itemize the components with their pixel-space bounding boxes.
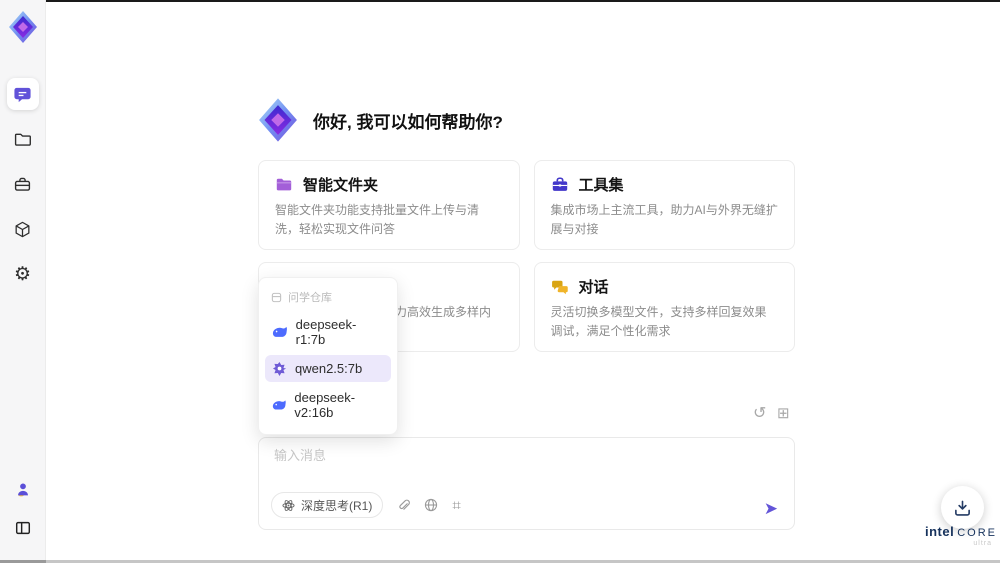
deep-think-icon: [282, 499, 295, 511]
intel-wordmark: intel: [925, 524, 955, 539]
model-option-qwen[interactable]: qwen2.5:7b: [265, 355, 391, 382]
card-title: 对话: [578, 279, 609, 297]
globe-icon[interactable]: [424, 498, 438, 512]
core-wordmark: CORE: [957, 527, 998, 539]
model-option-label: deepseek-r1:7b: [295, 317, 357, 347]
card-desc: 集成市场上主流工具，助力AI与外界无缝扩展与对接: [550, 203, 778, 236]
greeting-logo-icon: [259, 98, 297, 142]
download-icon: [955, 500, 970, 516]
sidebar-item-chat[interactable]: [6, 78, 39, 110]
deepseek-icon: [272, 326, 287, 337]
download-fab[interactable]: [941, 486, 984, 529]
deep-think-toggle[interactable]: 深度思考(R1): [271, 492, 384, 518]
message-input[interactable]: [272, 447, 756, 464]
folder-icon: [14, 133, 31, 146]
card-toolset[interactable]: 工具集 集成市场上主流工具，助力AI与外界无缝扩展与对接: [533, 160, 795, 251]
window-top-border: [28, 0, 1000, 2]
new-chat-icon[interactable]: ⊞: [777, 404, 790, 422]
sidebar: ⚙: [0, 0, 46, 560]
briefcase-icon: [14, 177, 31, 191]
prompt-hash-icon[interactable]: ⌗: [452, 497, 460, 514]
panel-layout-icon: [15, 521, 30, 535]
qwen-icon: [272, 361, 287, 376]
card-title: 工具集: [578, 177, 624, 194]
smart-folder-icon: [276, 178, 292, 190]
deepseek-icon: [272, 399, 286, 410]
user-icon: [17, 483, 28, 497]
sidebar-item-folders[interactable]: [7, 123, 39, 155]
card-dialogue[interactable]: 对话 灵活切换多模型文件，支持多样回复效果调试，满足个性化需求: [533, 262, 795, 353]
model-option-deepseek-r1[interactable]: deepseek-r1:7b: [265, 311, 391, 353]
sidebar-item-settings[interactable]: ⚙: [7, 258, 39, 290]
sidebar-footer: [0, 476, 45, 542]
message-composer: 深度思考(R1) ⌗ ➤: [258, 437, 795, 530]
cube-icon: [15, 221, 30, 237]
chat-bubble-icon: [14, 87, 31, 102]
history-icon[interactable]: ↺: [753, 403, 766, 423]
toolset-icon: [552, 176, 567, 191]
model-option-deepseek-v2[interactable]: deepseek-v2:16b: [265, 384, 391, 426]
repo-label: 问学仓库: [288, 292, 332, 304]
ultra-badge: ultra: [973, 540, 992, 547]
card-title: 智能文件夹: [303, 177, 379, 194]
sidebar-item-panel-toggle[interactable]: [9, 514, 37, 542]
card-desc: 灵活切换多模型文件，支持多样回复效果调试，满足个性化需求: [550, 305, 767, 338]
sidebar-item-user[interactable]: [9, 476, 37, 504]
greeting-row: 你好, 我可以如何帮助你?: [256, 96, 503, 144]
greeting-text: 你好, 我可以如何帮助你?: [313, 112, 503, 132]
model-repo-header: 问学仓库: [259, 282, 397, 309]
app-logo[interactable]: [5, 8, 41, 46]
composer-toolbar: 深度思考(R1) ⌗: [271, 492, 461, 518]
sidebar-item-models[interactable]: [7, 213, 39, 245]
sidebar-nav: ⚙: [0, 78, 45, 290]
logo-gem-icon: [9, 11, 37, 43]
dialogue-icon: [551, 280, 568, 294]
repository-icon: [271, 292, 282, 302]
intel-core-logo: intel CORE ultra: [925, 524, 998, 547]
model-option-label: qwen2.5:7b: [295, 361, 363, 376]
attachment-icon[interactable]: [397, 498, 411, 512]
card-desc: 智能文件夹功能支持批量文件上传与清洗，轻松实现文件问答: [275, 203, 480, 236]
model-dropdown: 问学仓库 deepseek-r1:7b qwen2.5:7b deepseek-…: [258, 277, 398, 435]
card-smart-folder[interactable]: 智能文件夹 智能文件夹功能支持批量文件上传与清洗，轻松实现文件问答: [258, 160, 520, 251]
send-icon[interactable]: ➤: [764, 500, 778, 517]
gear-icon: ⚙: [13, 263, 32, 285]
sidebar-item-toolbox[interactable]: [7, 168, 39, 200]
app-window: ⚙ 你好, 我可以如何帮助你? 智能文件夹 智能文件夹功能支持批量文件上传与清洗…: [0, 0, 1000, 563]
model-option-label: deepseek-v2:16b: [294, 390, 356, 420]
deep-think-label: 深度思考(R1): [301, 498, 373, 513]
